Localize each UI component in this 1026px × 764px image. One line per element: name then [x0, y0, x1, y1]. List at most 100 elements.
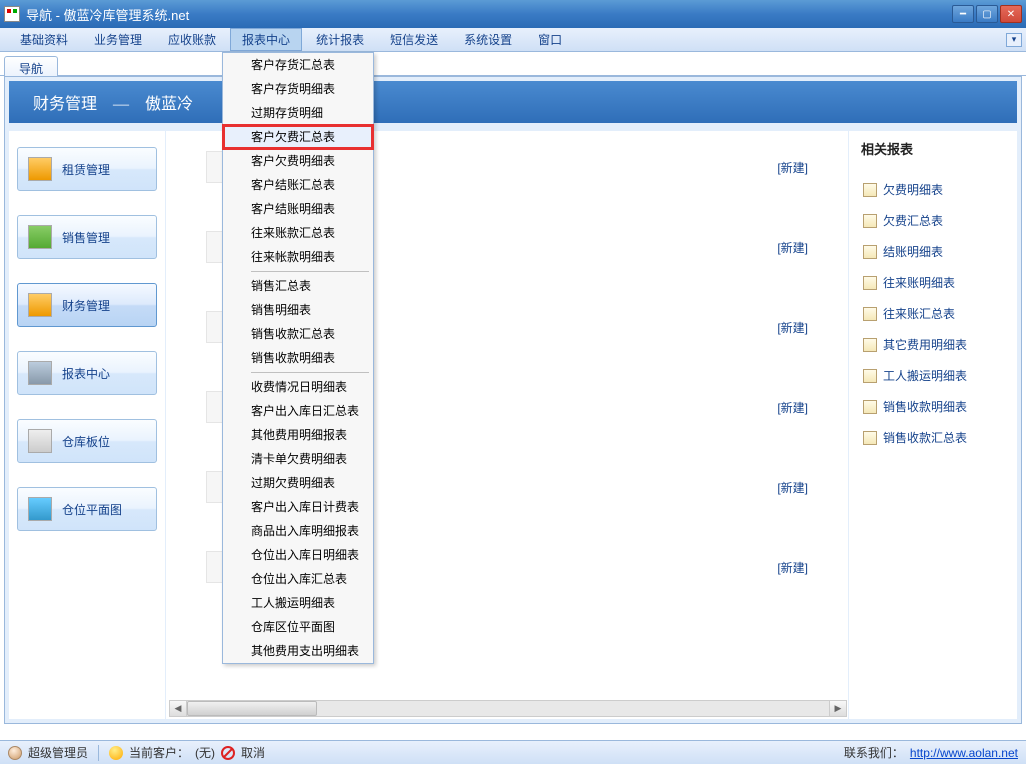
sidebar-item-label: 财务管理: [62, 297, 110, 314]
report-file-icon: [863, 400, 877, 414]
dropdown-item[interactable]: 客户欠费汇总表: [223, 125, 373, 149]
sidebar-item-sales[interactable]: 销售管理: [17, 215, 157, 259]
dropdown-item[interactable]: 往来帐款明细表: [223, 245, 373, 269]
cash-icon: [28, 225, 52, 249]
scroll-left-icon[interactable]: ◀: [170, 701, 187, 716]
new-link[interactable]: [新建]: [777, 319, 808, 336]
dropdown-separator: [251, 372, 369, 373]
related-report-item[interactable]: 往来账明细表: [861, 267, 1005, 298]
related-report-item[interactable]: 工人搬运明细表: [861, 360, 1005, 391]
report-file-icon: [863, 276, 877, 290]
dropdown-item[interactable]: 往来账款汇总表: [223, 221, 373, 245]
horizontal-scrollbar[interactable]: ◀ ▶: [169, 700, 847, 717]
user-icon: [8, 746, 22, 760]
related-report-item[interactable]: 欠费明细表: [861, 174, 1005, 205]
new-link[interactable]: [新建]: [777, 559, 808, 576]
scroll-thumb[interactable]: [187, 701, 317, 716]
close-button[interactable]: ✕: [1000, 5, 1022, 23]
window-buttons: ━ ▢ ✕: [952, 5, 1022, 23]
report-icon: [28, 361, 52, 385]
new-link[interactable]: [新建]: [777, 159, 808, 176]
dropdown-item[interactable]: 仓库区位平面图: [223, 615, 373, 639]
right-panel-title: 相关报表: [861, 139, 1005, 158]
sidebar-item-finance[interactable]: 财务管理: [17, 283, 157, 327]
warehouse-icon: [28, 429, 52, 453]
report-label: 销售收款汇总表: [883, 429, 967, 446]
dropdown-item[interactable]: 客户存货汇总表: [223, 53, 373, 77]
new-link[interactable]: [新建]: [777, 239, 808, 256]
dropdown-item[interactable]: 仓位出入库日明细表: [223, 543, 373, 567]
sidebar-item-warehouse[interactable]: 仓库板位: [17, 419, 157, 463]
dropdown-item[interactable]: 仓位出入库汇总表: [223, 567, 373, 591]
dropdown-item[interactable]: 其他费用支出明细表: [223, 639, 373, 663]
cancel-icon[interactable]: [221, 746, 235, 760]
app-icon: [4, 6, 20, 22]
menu-settings[interactable]: 系统设置: [452, 28, 524, 51]
dropdown-item[interactable]: 客户欠费明细表: [223, 149, 373, 173]
dropdown-separator: [251, 271, 369, 272]
maximize-button[interactable]: ▢: [976, 5, 998, 23]
cancel-label[interactable]: 取消: [241, 744, 265, 761]
sidebar-item-plan[interactable]: 仓位平面图: [17, 487, 157, 531]
menu-basic-data[interactable]: 基础资料: [8, 28, 80, 51]
related-report-item[interactable]: 其它费用明细表: [861, 329, 1005, 360]
customer-label: 当前客户：: [129, 744, 189, 761]
scroll-right-icon[interactable]: ▶: [829, 701, 846, 716]
menu-report-center[interactable]: 报表中心: [230, 28, 302, 51]
menu-business[interactable]: 业务管理: [82, 28, 154, 51]
sidebar-item-report[interactable]: 报表中心: [17, 351, 157, 395]
report-file-icon: [863, 214, 877, 228]
dropdown-item[interactable]: 其他费用明细报表: [223, 423, 373, 447]
clipboard-icon: [28, 157, 52, 181]
menu-sms[interactable]: 短信发送: [378, 28, 450, 51]
related-report-item[interactable]: 欠费汇总表: [861, 205, 1005, 236]
dropdown-item[interactable]: 清卡单欠费明细表: [223, 447, 373, 471]
report-label: 工人搬运明细表: [883, 367, 967, 384]
menu-receivable[interactable]: 应收账款: [156, 28, 228, 51]
related-report-item[interactable]: 销售收款汇总表: [861, 422, 1005, 453]
toolbar-overflow-button[interactable]: ▾: [1006, 33, 1022, 47]
dropdown-item[interactable]: 销售收款明细表: [223, 346, 373, 370]
sidebar-item-label: 报表中心: [62, 365, 110, 382]
report-label: 往来账汇总表: [883, 305, 955, 322]
dropdown-item[interactable]: 销售明细表: [223, 298, 373, 322]
related-report-item[interactable]: 销售收款明细表: [861, 391, 1005, 422]
minimize-button[interactable]: ━: [952, 5, 974, 23]
separator: [98, 745, 99, 761]
report-label: 欠费汇总表: [883, 212, 943, 229]
dropdown-item[interactable]: 客户出入库日汇总表: [223, 399, 373, 423]
contact-link[interactable]: http://www.aolan.net: [910, 746, 1018, 760]
dropdown-item[interactable]: 销售收款汇总表: [223, 322, 373, 346]
report-label: 往来账明细表: [883, 274, 955, 291]
new-link[interactable]: [新建]: [777, 479, 808, 496]
scroll-track[interactable]: [187, 701, 829, 716]
report-file-icon: [863, 338, 877, 352]
dropdown-item[interactable]: 销售汇总表: [223, 274, 373, 298]
dropdown-item[interactable]: 客户存货明细表: [223, 77, 373, 101]
menu-stats[interactable]: 统计报表: [304, 28, 376, 51]
report-label: 其它费用明细表: [883, 336, 967, 353]
dropdown-item[interactable]: 工人搬运明细表: [223, 591, 373, 615]
report-label: 欠费明细表: [883, 181, 943, 198]
related-report-item[interactable]: 往来账汇总表: [861, 298, 1005, 329]
report-dropdown-menu: 客户存货汇总表客户存货明细表过期存货明细客户欠费汇总表客户欠费明细表客户结账汇总…: [222, 52, 374, 664]
report-file-icon: [863, 245, 877, 259]
main-panel: 财务管理 — 傲蓝冷 v5.2 租赁管理 销售管理 财务管理 报表中心: [4, 76, 1022, 724]
dropdown-item[interactable]: 商品出入库明细报表: [223, 519, 373, 543]
dropdown-item[interactable]: 过期欠费明细表: [223, 471, 373, 495]
floorplan-icon: [28, 497, 52, 521]
report-file-icon: [863, 307, 877, 321]
menu-window[interactable]: 窗口: [526, 28, 574, 51]
related-report-item[interactable]: 结账明细表: [861, 236, 1005, 267]
new-link[interactable]: [新建]: [777, 399, 808, 416]
window-title: 导航 - 傲蓝冷库管理系统.net: [26, 5, 952, 24]
dropdown-item[interactable]: 过期存货明细: [223, 101, 373, 125]
dropdown-item[interactable]: 客户结账汇总表: [223, 173, 373, 197]
dropdown-item[interactable]: 客户出入库日计费表: [223, 495, 373, 519]
dropdown-item[interactable]: 收费情况日明细表: [223, 375, 373, 399]
sidebar-item-rental[interactable]: 租赁管理: [17, 147, 157, 191]
dropdown-item[interactable]: 客户结账明细表: [223, 197, 373, 221]
report-file-icon: [863, 369, 877, 383]
customer-icon: [109, 746, 123, 760]
right-panel: 相关报表 欠费明细表 欠费汇总表 结账明细表 往来账明细表 往来账汇总表 其它费…: [849, 131, 1017, 719]
